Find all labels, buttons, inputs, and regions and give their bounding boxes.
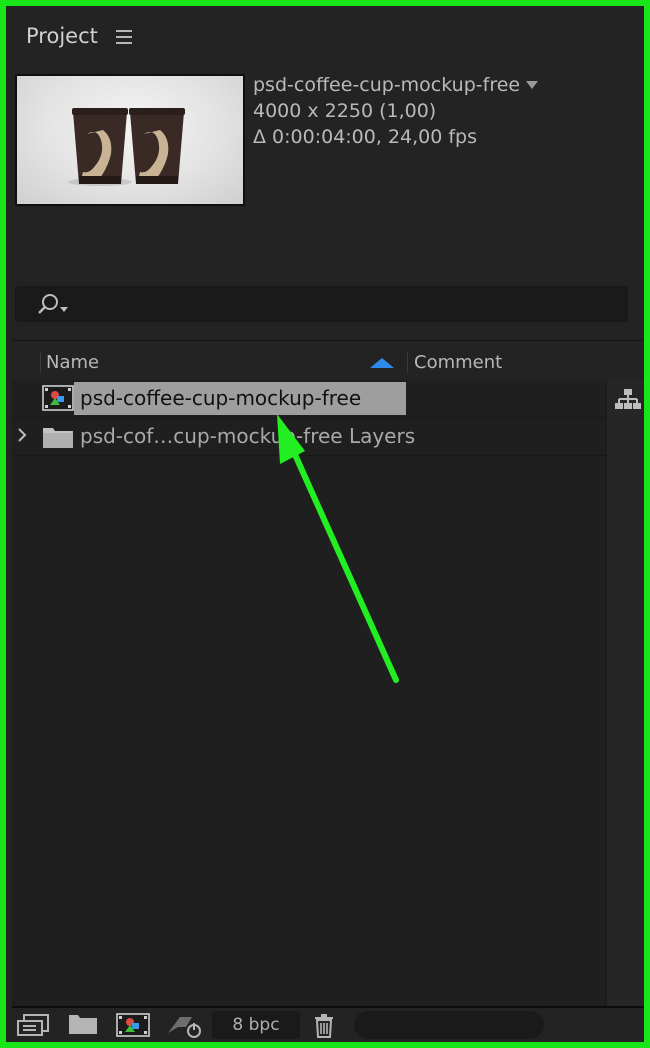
list-item-folder[interactable]: psd-cof…cup-mockup-free Layers (12, 418, 606, 456)
column-separator (40, 352, 41, 372)
item-duration: Δ 0:00:04:00, 24,00 fps (253, 126, 478, 148)
item-info: psd-coffee-cup-mockup-free 4000 x 2250 (… (253, 72, 539, 150)
item-name: psd-coffee-cup-mockup-free (253, 74, 521, 96)
panel-title[interactable]: Project (26, 24, 98, 48)
composition-icon (42, 385, 74, 415)
flowchart-icon[interactable] (615, 388, 641, 416)
trash-icon[interactable] (312, 1013, 336, 1042)
item-dimensions: 4000 x 2250 (1,00) (253, 100, 437, 122)
bit-depth-button[interactable]: 8 bpc (212, 1011, 300, 1039)
new-composition-icon[interactable] (116, 1013, 150, 1041)
bottom-search-field[interactable] (354, 1011, 544, 1039)
column-separator[interactable] (407, 352, 408, 372)
interpret-footage-icon[interactable] (16, 1013, 50, 1041)
search-icon[interactable] (36, 293, 72, 321)
item-dropdown-icon[interactable] (526, 81, 539, 89)
divider (12, 340, 644, 341)
project-settings-icon[interactable] (166, 1013, 202, 1042)
folder-icon (42, 425, 74, 453)
new-folder-icon[interactable] (68, 1013, 98, 1039)
bottom-toolbar: 8 bpc (12, 1006, 644, 1042)
column-name[interactable]: Name (46, 352, 99, 373)
thumbnail-preview (15, 74, 245, 206)
search-input[interactable] (15, 286, 628, 322)
project-panel: Project psd-coffee-cup-mockup-free 4000 … (0, 0, 650, 1048)
list-item-composition[interactable]: psd-coffee-cup-mockup-free (12, 380, 606, 418)
item-label: psd-cof…cup-mockup-free Layers (80, 424, 416, 448)
item-label: psd-coffee-cup-mockup-free (80, 386, 362, 410)
sort-ascending-icon[interactable] (370, 358, 394, 368)
flowchart-strip (606, 380, 644, 1006)
chevron-right-icon[interactable] (16, 427, 28, 447)
menu-icon[interactable] (116, 30, 132, 44)
project-items-list: psd-coffee-cup-mockup-free psd-cof…cup-m… (12, 380, 606, 1006)
column-comment[interactable]: Comment (414, 352, 502, 373)
column-header: Name Comment (12, 344, 644, 380)
